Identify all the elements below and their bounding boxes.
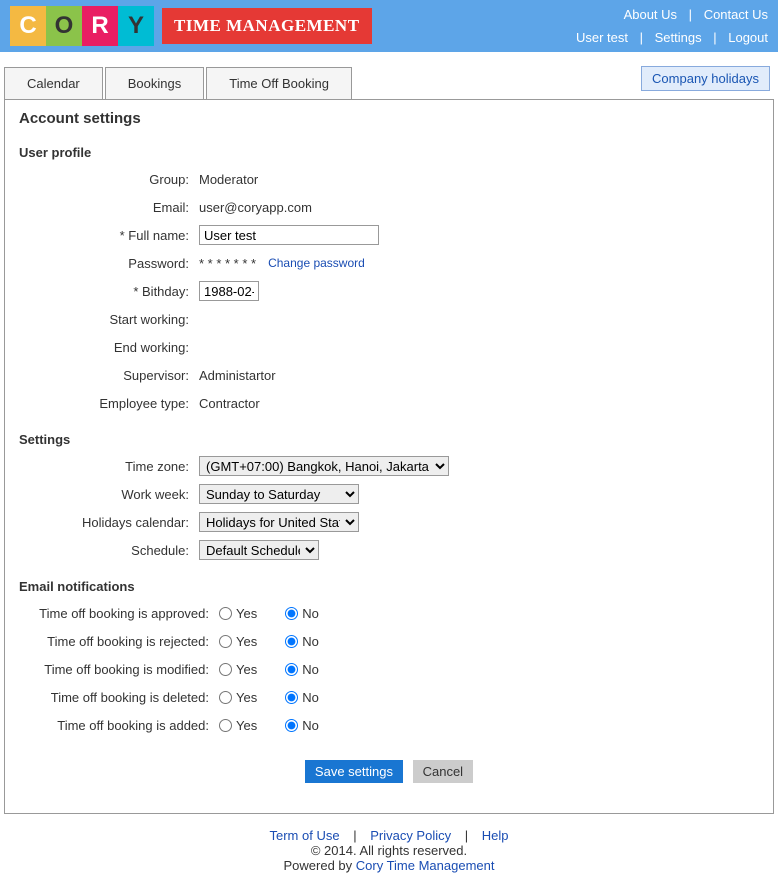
notif-modified-no-radio[interactable] bbox=[285, 663, 298, 676]
label-notif-approved: Time off booking is approved: bbox=[19, 606, 219, 621]
page-title: Account settings bbox=[19, 110, 759, 127]
label-birthday: * Bithday: bbox=[19, 284, 199, 299]
section-settings: Settings bbox=[19, 432, 759, 447]
label-notif-deleted: Time off booking is deleted: bbox=[19, 690, 219, 705]
powered-by-link[interactable]: Cory Time Management bbox=[356, 858, 495, 873]
timezone-select[interactable]: (GMT+07:00) Bangkok, Hanoi, Jakarta bbox=[199, 456, 449, 476]
notif-added-no-radio[interactable] bbox=[285, 719, 298, 732]
top-links: About Us | Contact Us User test | Settin… bbox=[576, 3, 768, 50]
fullname-input[interactable] bbox=[199, 225, 379, 245]
main-panel: Account settings User profile Group:Mode… bbox=[4, 99, 774, 814]
button-row: Save settings Cancel bbox=[19, 760, 759, 783]
copyright: © 2014. All rights reserved. bbox=[4, 843, 774, 858]
schedule-select[interactable]: Default Schedule bbox=[199, 540, 319, 560]
label-fullname: * Full name: bbox=[19, 228, 199, 243]
label-end-working: End working: bbox=[19, 340, 199, 355]
label-notif-rejected: Time off booking is rejected: bbox=[19, 634, 219, 649]
label-group: Group: bbox=[19, 172, 199, 187]
powered-by: Powered by bbox=[284, 858, 356, 873]
birthday-input[interactable] bbox=[199, 281, 259, 301]
cancel-button[interactable]: Cancel bbox=[413, 760, 473, 783]
notif-deleted-yes-radio[interactable] bbox=[219, 691, 232, 704]
value-employee-type: Contractor bbox=[199, 396, 759, 411]
value-group: Moderator bbox=[199, 172, 759, 187]
notif-approved-yes-radio[interactable] bbox=[219, 607, 232, 620]
workweek-select[interactable]: Sunday to Saturday bbox=[199, 484, 359, 504]
section-email-notifications: Email notifications bbox=[19, 579, 759, 594]
label-holidays: Holidays calendar: bbox=[19, 515, 199, 530]
label-notif-added: Time off booking is added: bbox=[19, 718, 219, 733]
save-button[interactable]: Save settings bbox=[305, 760, 403, 783]
holidays-select[interactable]: Holidays for United States bbox=[199, 512, 359, 532]
contact-us-link[interactable]: Contact Us bbox=[704, 7, 768, 22]
label-email: Email: bbox=[19, 200, 199, 215]
notif-added-yes-radio[interactable] bbox=[219, 719, 232, 732]
logo-letter-o: O bbox=[46, 6, 82, 46]
logo-letter-c: C bbox=[10, 6, 46, 46]
logo-area: C O R Y TIME MANAGEMENT bbox=[10, 6, 372, 46]
value-supervisor: Administartor bbox=[199, 368, 759, 383]
tab-timeoff[interactable]: Time Off Booking bbox=[206, 67, 352, 100]
separator: | bbox=[640, 30, 643, 45]
label-timezone: Time zone: bbox=[19, 459, 199, 474]
logo-letter-r: R bbox=[82, 6, 118, 46]
separator: | bbox=[689, 7, 692, 22]
tabs: Calendar Bookings Time Off Booking bbox=[4, 66, 354, 99]
terms-link[interactable]: Term of Use bbox=[269, 828, 339, 843]
label-schedule: Schedule: bbox=[19, 543, 199, 558]
logo-letter-y: Y bbox=[118, 6, 154, 46]
help-link[interactable]: Help bbox=[482, 828, 509, 843]
notif-deleted-no-radio[interactable] bbox=[285, 691, 298, 704]
tab-bookings[interactable]: Bookings bbox=[105, 67, 204, 100]
notif-modified-yes-radio[interactable] bbox=[219, 663, 232, 676]
tabs-row: Calendar Bookings Time Off Booking Compa… bbox=[4, 66, 774, 99]
label-supervisor: Supervisor: bbox=[19, 368, 199, 383]
notif-rejected-yes-radio[interactable] bbox=[219, 635, 232, 648]
label-start-working: Start working: bbox=[19, 312, 199, 327]
label-workweek: Work week: bbox=[19, 487, 199, 502]
user-link[interactable]: User test bbox=[576, 30, 628, 45]
value-email: user@coryapp.com bbox=[199, 200, 759, 215]
separator: | bbox=[713, 30, 716, 45]
label-notif-modified: Time off booking is modified: bbox=[19, 662, 219, 677]
label-employee-type: Employee type: bbox=[19, 396, 199, 411]
privacy-link[interactable]: Privacy Policy bbox=[370, 828, 451, 843]
logo-cory: C O R Y bbox=[10, 6, 154, 46]
header: C O R Y TIME MANAGEMENT About Us | Conta… bbox=[0, 0, 778, 52]
footer: Term of Use | Privacy Policy | Help © 20… bbox=[4, 814, 774, 887]
section-user-profile: User profile bbox=[19, 145, 759, 160]
value-password: * * * * * * * bbox=[199, 256, 256, 271]
about-us-link[interactable]: About Us bbox=[624, 7, 677, 22]
tab-calendar[interactable]: Calendar bbox=[4, 67, 103, 100]
company-holidays-button[interactable]: Company holidays bbox=[641, 66, 770, 91]
label-password: Password: bbox=[19, 256, 199, 271]
settings-link[interactable]: Settings bbox=[655, 30, 702, 45]
logout-link[interactable]: Logout bbox=[728, 30, 768, 45]
notif-rejected-no-radio[interactable] bbox=[285, 635, 298, 648]
notif-approved-no-radio[interactable] bbox=[285, 607, 298, 620]
change-password-link[interactable]: Change password bbox=[268, 256, 365, 270]
logo-time-management: TIME MANAGEMENT bbox=[162, 8, 372, 44]
